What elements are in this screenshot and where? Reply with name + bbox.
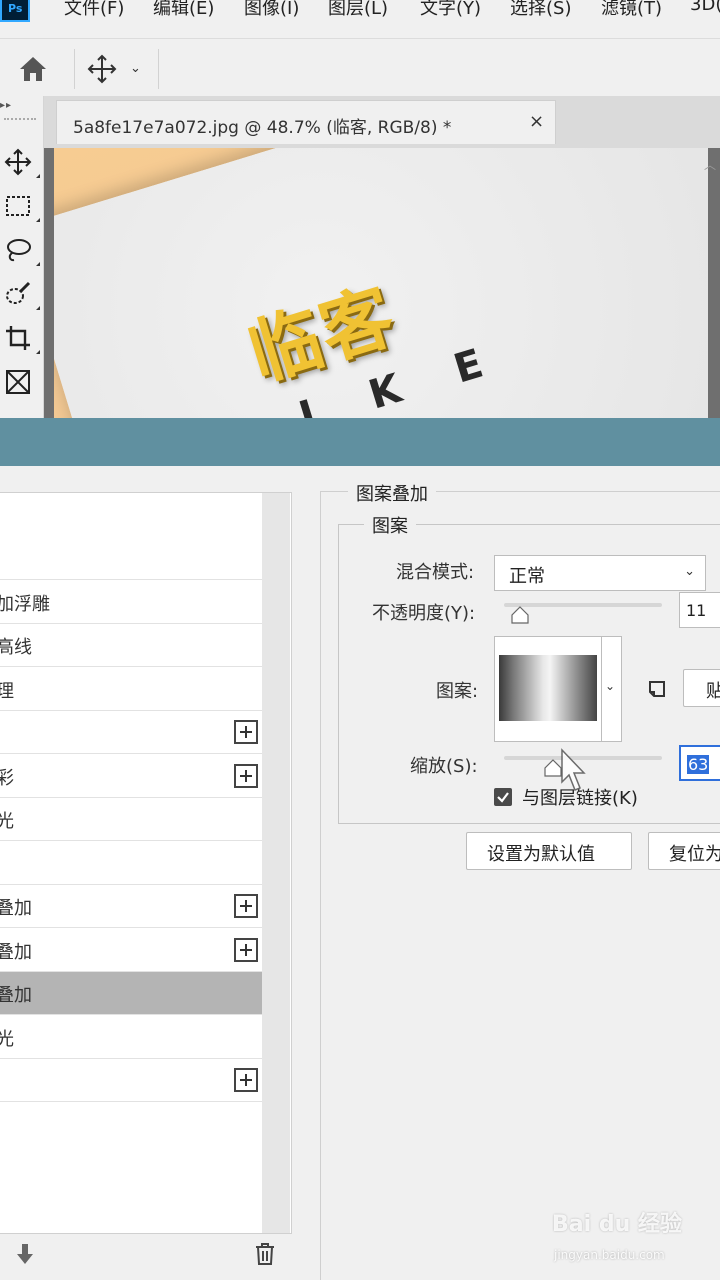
style-list-item[interactable]: 加浮雕 — [0, 580, 262, 624]
reset-to-default-button[interactable]: 复位为 — [648, 832, 720, 870]
style-list-item-label: 叠加 — [0, 898, 32, 919]
document-tab-title: 5a8fe17e7a072.jpg @ 48.7% (临客, RGB/8) * — [73, 118, 452, 138]
chevron-down-icon: ⌄ — [684, 564, 695, 579]
blend-mode-select[interactable]: 正常 ⌄ — [494, 555, 706, 591]
group-title: 图案 — [364, 512, 416, 538]
style-list-item-label: 叠加 — [0, 941, 32, 963]
blend-mode-label: 混合模式: — [396, 562, 475, 583]
style-list-item[interactable] — [0, 1059, 262, 1102]
options-separator — [74, 49, 75, 89]
style-list-item-label: 光 — [0, 1028, 14, 1050]
collapse-icon[interactable]: ▸▸ — [0, 100, 12, 111]
scale-value-selected: 63 — [687, 755, 710, 774]
mouse-pointer-icon — [556, 748, 590, 794]
opacity-slider-thumb[interactable] — [511, 606, 529, 624]
section-title: 图案叠加 — [348, 480, 436, 506]
pattern-swatch — [499, 655, 597, 721]
crop-tool-icon[interactable] — [4, 324, 40, 356]
dialog-title-bar[interactable] — [0, 418, 720, 466]
menu-select[interactable]: 选择(S) — [510, 0, 571, 20]
pattern-dropdown[interactable]: ⌄ — [602, 636, 622, 742]
styles-list-footer — [0, 1234, 292, 1280]
style-list-item-label: 理 — [0, 680, 14, 702]
style-list-item-label: 光 — [0, 811, 14, 832]
opacity-input[interactable]: 11 — [679, 592, 720, 628]
scroll-up-icon[interactable]: ︿ — [704, 156, 716, 173]
document-image: 临客 I K E — [54, 148, 708, 418]
style-list-item[interactable] — [0, 711, 262, 754]
add-effect-icon[interactable] — [234, 894, 258, 918]
add-effect-icon[interactable] — [234, 720, 258, 744]
blend-mode-value: 正常 — [509, 566, 545, 587]
options-bar: ⌄ — [0, 38, 720, 96]
menu-layer[interactable]: 图层(L) — [328, 0, 388, 20]
menu-edit[interactable]: 编辑(E) — [153, 0, 214, 20]
close-tab-icon[interactable]: × — [529, 111, 544, 132]
menu-bar: Ps 文件(F) 编辑(E) 图像(I) 图层(L) 文字(Y) 选择(S) 滤… — [0, 0, 720, 36]
styles-list: 加浮雕 高线理彩光叠加 叠加 叠加光 — [0, 492, 292, 1234]
scale-input[interactable]: 63 — [679, 745, 720, 781]
document-tab[interactable]: 5a8fe17e7a072.jpg @ 48.7% (临客, RGB/8) * … — [56, 100, 556, 144]
home-icon[interactable] — [18, 55, 48, 83]
style-list-item[interactable]: 叠加 — [0, 885, 262, 928]
move-icon[interactable] — [86, 53, 118, 85]
pattern-picker[interactable] — [494, 636, 602, 742]
delete-effect-icon[interactable] — [254, 1242, 276, 1266]
photoshop-logo-icon: Ps — [0, 0, 30, 22]
style-list-item[interactable]: 彩 — [0, 754, 262, 798]
baidu-watermark-url: jingyan.baidu.com — [554, 1248, 665, 1262]
tools-panel: ▸▸ — [0, 96, 44, 418]
snap-to-origin-label: 贴 — [706, 681, 720, 702]
options-separator — [158, 49, 159, 89]
layer-style-dialog: 加浮雕 高线理彩光叠加 叠加 叠加光 图案叠加 图案 混合模式: 正常 ⌄ 不透明度(… — [0, 418, 720, 1280]
scale-label: 缩放(S): — [410, 756, 478, 777]
menu-filter[interactable]: 滤镜(T) — [601, 0, 662, 20]
style-list-item[interactable]: 叠加 — [0, 928, 262, 972]
menu-3d[interactable]: 3D( — [690, 0, 720, 15]
move-down-icon[interactable] — [14, 1242, 36, 1266]
make-default-button[interactable]: 设置为默认值 — [466, 832, 632, 870]
quick-select-tool-icon[interactable] — [4, 280, 40, 312]
style-list-item[interactable] — [0, 537, 262, 580]
style-list-item-label: 加浮雕 — [0, 593, 50, 615]
add-effect-icon[interactable] — [234, 1068, 258, 1092]
add-effect-icon[interactable] — [234, 763, 258, 788]
snap-to-origin-button[interactable]: 贴 — [683, 669, 720, 707]
style-list-item[interactable]: 光 — [0, 1015, 262, 1059]
marquee-tool-icon[interactable] — [4, 192, 40, 224]
link-with-layer-checkbox[interactable] — [494, 788, 512, 806]
style-list-item-label: 高线 — [0, 637, 32, 658]
frame-tool-icon[interactable] — [4, 368, 36, 400]
menu-image[interactable]: 图像(I) — [244, 0, 299, 20]
pane-divider — [320, 492, 321, 1280]
new-preset-icon[interactable] — [646, 678, 668, 700]
pattern-label: 图案: — [436, 681, 479, 702]
style-list-item-label: 叠加 — [0, 985, 32, 1006]
menu-file[interactable]: 文件(F) — [64, 0, 124, 20]
document-tab-strip: 5a8fe17e7a072.jpg @ 48.7% (临客, RGB/8) * … — [44, 96, 720, 148]
style-list-item-label: 彩 — [0, 767, 14, 789]
style-list-item[interactable]: 光 — [0, 798, 262, 841]
style-list-item[interactable] — [0, 841, 262, 885]
chevron-down-icon: ⌄ — [605, 679, 616, 693]
panel-grip[interactable] — [4, 118, 36, 124]
baidu-watermark: Bai du 经验 — [552, 1212, 682, 1237]
style-list-item[interactable]: 高线 — [0, 624, 262, 667]
menu-type[interactable]: 文字(Y) — [420, 0, 481, 20]
style-list-item[interactable]: 叠加 — [0, 972, 262, 1015]
add-effect-icon[interactable] — [234, 937, 258, 962]
opacity-label: 不透明度(Y): — [372, 603, 476, 624]
tool-preset-dropdown[interactable]: ⌄ — [130, 61, 141, 76]
canvas-area[interactable]: 临客 I K E ︿ — [44, 148, 720, 418]
lasso-tool-icon[interactable] — [4, 236, 40, 268]
style-list-item[interactable]: 理 — [0, 667, 262, 711]
styles-list-scrollbar[interactable] — [262, 493, 290, 1233]
move-tool-icon[interactable] — [4, 148, 40, 180]
